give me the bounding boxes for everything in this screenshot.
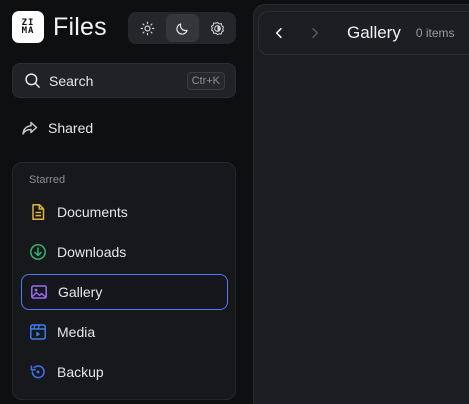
- app-logo: ZI MA: [12, 11, 44, 43]
- dark-theme-button[interactable]: [166, 14, 199, 42]
- download-icon: [30, 244, 46, 260]
- auto-theme-button[interactable]: [201, 14, 234, 42]
- back-button[interactable]: [261, 15, 297, 51]
- main-panel: Gallery 0 items: [253, 4, 469, 404]
- starred-item-documents[interactable]: Documents: [21, 194, 228, 230]
- media-icon: [30, 324, 46, 340]
- starred-item-label: Downloads: [57, 244, 127, 260]
- search-icon: [25, 73, 40, 88]
- files-app: ZI MA Files Search Ctr+K Shared Starred …: [0, 0, 469, 404]
- forward-button[interactable]: [297, 15, 333, 51]
- starred-item-label: Media: [57, 324, 96, 340]
- image-icon: [31, 285, 47, 299]
- toolbar: Gallery 0 items: [258, 11, 469, 55]
- sidebar-item-shared[interactable]: Shared: [12, 111, 236, 145]
- sidebar: ZI MA Files Search Ctr+K Shared Starred …: [0, 0, 250, 404]
- page-title: Gallery: [347, 23, 401, 42]
- starred-item-media[interactable]: Media: [21, 314, 228, 350]
- theme-switch: [128, 12, 236, 44]
- search-label: Search: [49, 72, 94, 89]
- starred-item-label: Documents: [57, 204, 128, 220]
- starred-item-downloads[interactable]: Downloads: [21, 234, 228, 270]
- brand: ZI MA Files: [12, 11, 107, 43]
- starred-item-label: Backup: [57, 364, 104, 380]
- search-button[interactable]: Search Ctr+K: [12, 63, 236, 98]
- starred-section: Starred Documents Downloads Gallery Medi…: [12, 162, 236, 400]
- chevron-right-icon: [312, 27, 319, 39]
- starred-heading: Starred: [29, 174, 66, 186]
- logo-line-bottom: MA: [21, 26, 35, 36]
- app-title: Files: [53, 12, 107, 41]
- sun-icon: [140, 21, 155, 35]
- starred-item-label: Gallery: [58, 284, 103, 300]
- chevron-left-icon: [275, 27, 282, 39]
- item-count: 0 items: [415, 26, 455, 40]
- sidebar-item-label: Shared: [48, 120, 94, 136]
- auto-theme-icon: [211, 21, 224, 35]
- share-icon: [22, 121, 38, 135]
- starred-item-backup[interactable]: Backup: [21, 354, 228, 390]
- document-icon: [32, 204, 45, 220]
- light-theme-button[interactable]: [131, 14, 164, 42]
- backup-icon: [30, 365, 45, 379]
- moon-icon: [176, 22, 188, 35]
- starred-item-gallery[interactable]: Gallery: [21, 274, 228, 310]
- search-shortcut: Ctr+K: [186, 71, 225, 90]
